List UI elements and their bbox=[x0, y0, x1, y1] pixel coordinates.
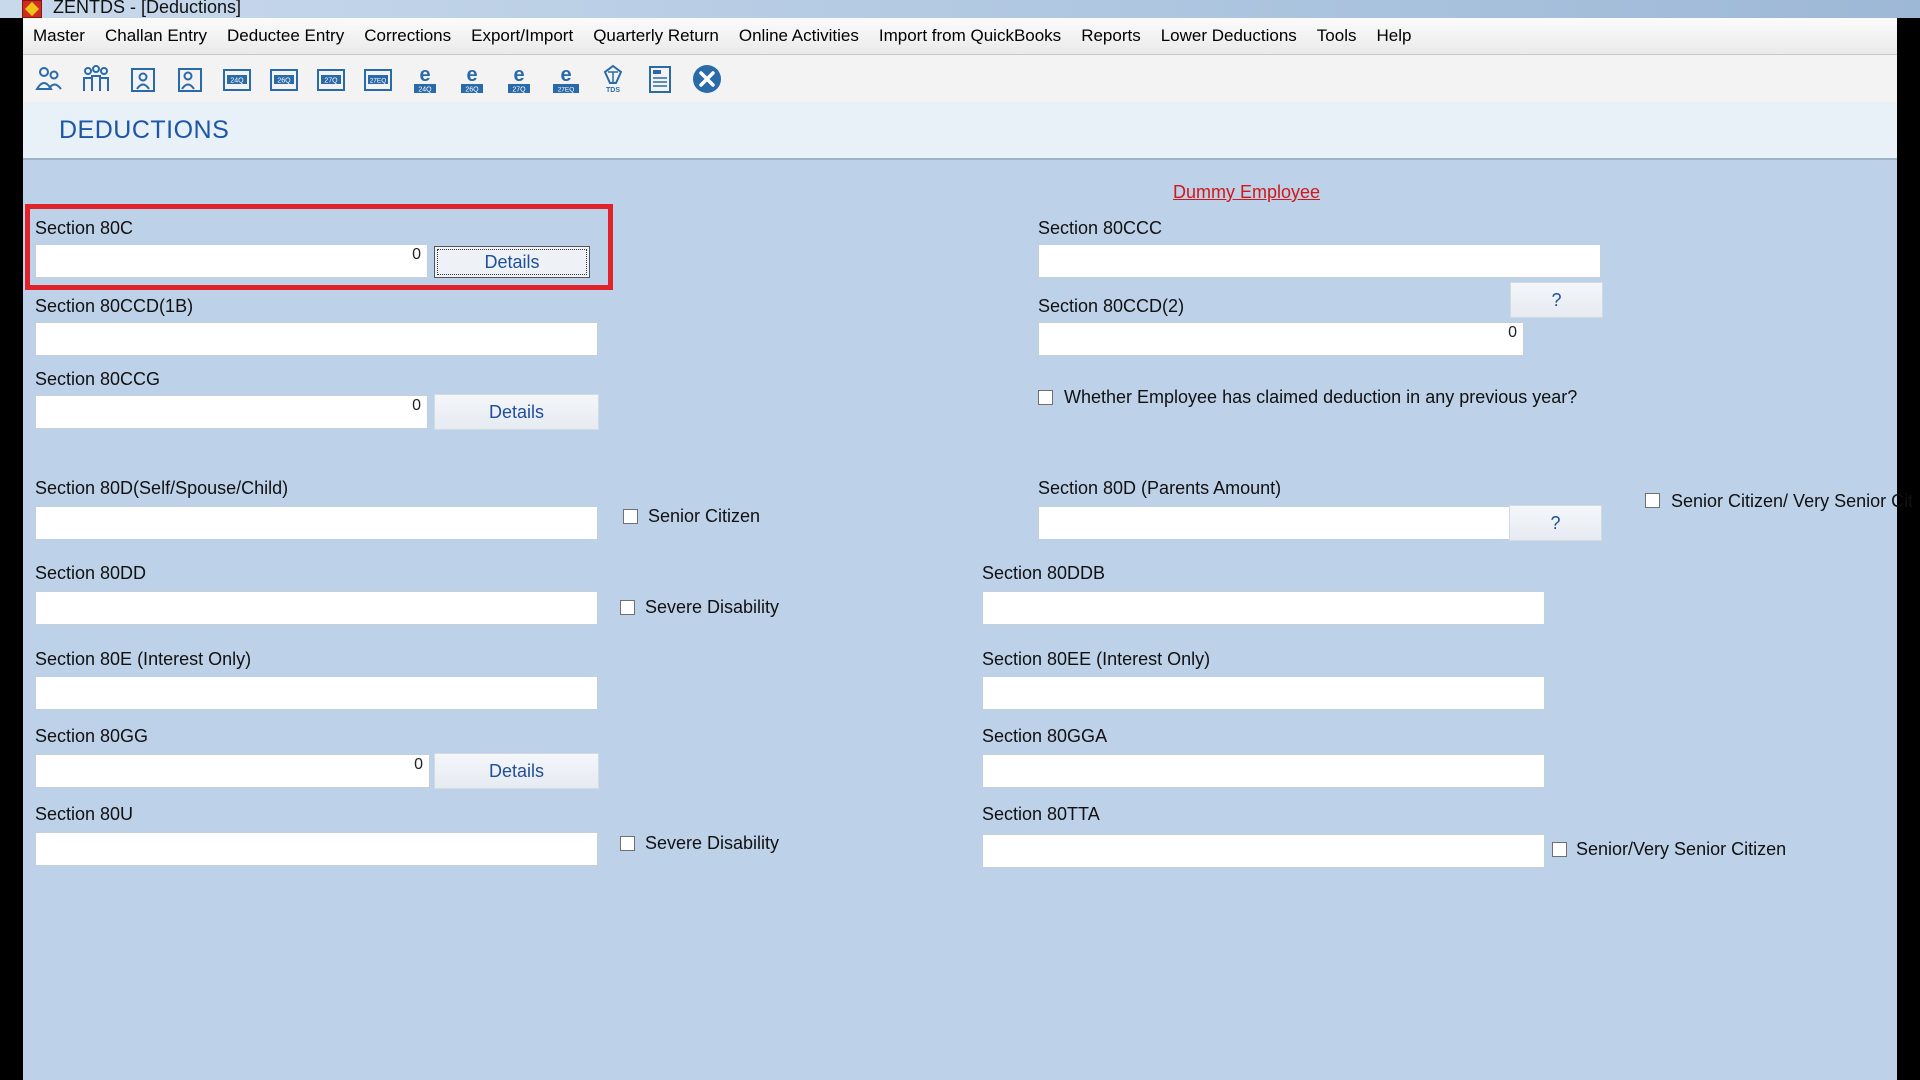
section-80u-label: Section 80U bbox=[35, 804, 134, 824]
menu-import-quickbooks[interactable]: Import from QuickBooks bbox=[869, 26, 1071, 46]
section-80ccg-input[interactable]: 0 bbox=[35, 395, 428, 429]
section-80e-input[interactable] bbox=[35, 676, 598, 710]
employees-icon[interactable] bbox=[78, 61, 114, 97]
e-return-27eq-label: 27EQ bbox=[558, 86, 575, 93]
senior-citizen-label: Senior Citizen bbox=[648, 506, 761, 526]
section-80gga-input[interactable] bbox=[982, 754, 1545, 788]
section-80tta-label: Section 80TTA bbox=[982, 804, 1100, 824]
severe-disability-80dd-label: Severe Disability bbox=[645, 597, 780, 617]
previous-year-claim-label: Whether Employee has claimed deduction i… bbox=[1064, 387, 1578, 407]
section-80ddb-label: Section 80DDB bbox=[982, 563, 1106, 583]
form-24q-label: 24Q bbox=[230, 77, 244, 84]
e-return-27eq-icon[interactable]: e 27EQ bbox=[548, 61, 584, 97]
svg-text:e: e bbox=[560, 64, 571, 86]
section-80ccd2-label: Section 80CCD(2) bbox=[1038, 296, 1185, 316]
severe-disability-80u-label: Severe Disability bbox=[645, 833, 780, 853]
employee-icon[interactable] bbox=[172, 61, 208, 97]
section-80tta-input[interactable] bbox=[982, 834, 1545, 868]
window-titlebar: ZENTDS - [Deductions] bbox=[0, 0, 1920, 18]
close-icon[interactable] bbox=[689, 61, 725, 97]
e-return-27q-label: 27Q bbox=[512, 86, 526, 93]
section-80ccd2-input[interactable]: 0 bbox=[1038, 322, 1524, 356]
form-24q-icon[interactable]: 24Q bbox=[219, 61, 255, 97]
menu-export-import[interactable]: Export/Import bbox=[461, 26, 583, 46]
form-27q-icon[interactable]: 27Q bbox=[313, 61, 349, 97]
section-80gg-label: Section 80GG bbox=[35, 726, 149, 746]
employee-name-link[interactable]: Dummy Employee bbox=[1173, 182, 1320, 203]
page-header: DEDUCTIONS bbox=[23, 102, 1897, 160]
menu-challan-entry[interactable]: Challan Entry bbox=[95, 26, 217, 46]
section-80ccg-label: Section 80CCG bbox=[35, 369, 161, 389]
section-80ccd2-help-button[interactable]: ? bbox=[1510, 282, 1603, 318]
section-80dd-input[interactable] bbox=[35, 591, 598, 625]
menu-master[interactable]: Master bbox=[23, 26, 95, 46]
senior-very-senior-citizen-checkbox[interactable] bbox=[1552, 842, 1567, 857]
section-80e-label: Section 80E (Interest Only) bbox=[35, 649, 252, 669]
section-80gg-details-button[interactable]: Details bbox=[434, 753, 599, 789]
section-80u-input[interactable] bbox=[35, 832, 598, 866]
form-26q-icon[interactable]: 26Q bbox=[266, 61, 302, 97]
section-80c-details-button[interactable]: Details bbox=[434, 246, 590, 278]
svg-text:e: e bbox=[466, 64, 477, 86]
form-27eq-icon[interactable]: 27EQ bbox=[360, 61, 396, 97]
severe-disability-80dd-checkbox[interactable] bbox=[620, 600, 635, 615]
add-employee-icon[interactable] bbox=[125, 61, 161, 97]
form-27q-label: 27Q bbox=[324, 77, 338, 84]
section-80ee-label: Section 80EE (Interest Only) bbox=[982, 649, 1211, 669]
section-80ddb-input[interactable] bbox=[982, 591, 1545, 625]
menu-bar: Master Challan Entry Deductee Entry Corr… bbox=[23, 18, 1897, 55]
menu-deductee-entry[interactable]: Deductee Entry bbox=[217, 26, 354, 46]
section-80ccc-input[interactable] bbox=[1038, 244, 1601, 278]
tds-label: TDS bbox=[606, 87, 620, 94]
section-80gga-label: Section 80GGA bbox=[982, 726, 1108, 746]
section-80gg-input[interactable]: 0 bbox=[35, 754, 430, 788]
report-icon[interactable] bbox=[642, 61, 678, 97]
page-title: DEDUCTIONS bbox=[59, 116, 230, 144]
form-26q-label: 26Q bbox=[277, 77, 291, 84]
senior-very-senior-citizen-label: Senior/Very Senior Citizen bbox=[1576, 839, 1787, 859]
section-80d-self-input[interactable] bbox=[35, 506, 598, 540]
tds-icon[interactable]: TDS bbox=[595, 61, 631, 97]
section-80d-parents-input[interactable] bbox=[1038, 506, 1524, 540]
section-80c-input[interactable]: 0 bbox=[35, 244, 428, 278]
e-return-26q-icon[interactable]: e 26Q bbox=[454, 61, 490, 97]
severe-disability-80u-checkbox[interactable] bbox=[620, 836, 635, 851]
section-80d-parents-label: Section 80D (Parents Amount) bbox=[1038, 478, 1282, 498]
section-80ccd1b-label: Section 80CCD(1B) bbox=[35, 296, 194, 316]
section-80ccg-details-button[interactable]: Details bbox=[434, 394, 599, 430]
e-return-24q-label: 24Q bbox=[418, 86, 432, 93]
deductions-form: Dummy Employee Section 80C 0 Details Sec… bbox=[23, 160, 1912, 1080]
menu-reports[interactable]: Reports bbox=[1071, 26, 1151, 46]
e-return-26q-label: 26Q bbox=[465, 86, 479, 93]
menu-quarterly-return[interactable]: Quarterly Return bbox=[583, 26, 729, 46]
menu-tools[interactable]: Tools bbox=[1307, 26, 1367, 46]
section-80d-parents-help-button[interactable]: ? bbox=[1509, 505, 1602, 541]
menu-lower-deductions[interactable]: Lower Deductions bbox=[1151, 26, 1307, 46]
previous-year-claim-checkbox[interactable] bbox=[1038, 390, 1053, 405]
svg-text:e: e bbox=[419, 64, 430, 86]
window-title: ZENTDS - [Deductions] bbox=[53, 0, 242, 17]
toolbar: 24Q 26Q 27Q 27EQ e 24Q e 26Q e 27Q e 27EQ TD… bbox=[23, 55, 1897, 102]
parents-senior-citizen-label: Senior Citizen/ Very Senior Citizen bbox=[1671, 491, 1912, 511]
section-80ee-input[interactable] bbox=[982, 676, 1545, 710]
section-80c-label: Section 80C bbox=[35, 218, 134, 238]
section-80d-self-label: Section 80D(Self/Spouse/Child) bbox=[35, 478, 289, 498]
e-return-24q-icon[interactable]: e 24Q bbox=[407, 61, 443, 97]
menu-corrections[interactable]: Corrections bbox=[354, 26, 461, 46]
menu-online-activities[interactable]: Online Activities bbox=[729, 26, 869, 46]
senior-citizen-checkbox[interactable] bbox=[623, 509, 638, 524]
deductor-icon[interactable] bbox=[31, 61, 67, 97]
form-27eq-label: 27EQ bbox=[370, 77, 387, 84]
app-logo-icon bbox=[22, 0, 42, 18]
section-80ccd1b-input[interactable] bbox=[35, 322, 598, 356]
section-80ccc-label: Section 80CCC bbox=[1038, 218, 1163, 238]
menu-help[interactable]: Help bbox=[1366, 26, 1421, 46]
e-return-27q-icon[interactable]: e 27Q bbox=[501, 61, 537, 97]
section-80dd-label: Section 80DD bbox=[35, 563, 147, 583]
svg-text:e: e bbox=[513, 64, 524, 86]
